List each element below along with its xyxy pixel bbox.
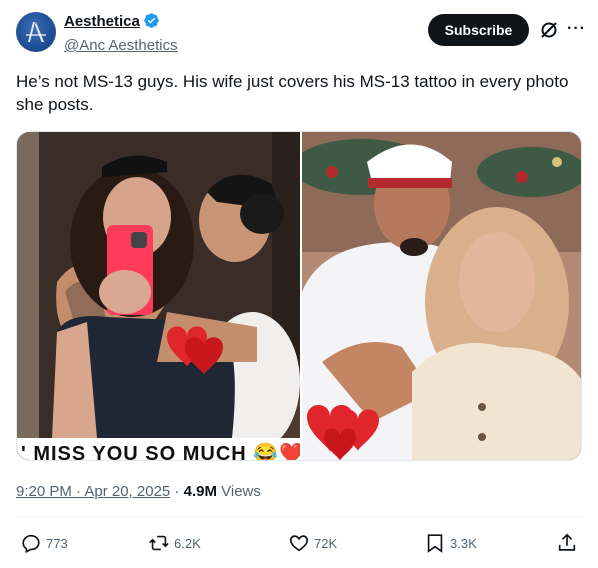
tweet-meta: 9:20 PM · Apr 20, 2025 · 4.9M Views	[16, 482, 261, 502]
divider	[16, 516, 582, 517]
heart-icon	[289, 535, 309, 552]
share-button[interactable]	[556, 528, 582, 558]
like-button[interactable]: 72K	[288, 528, 337, 558]
repost-button[interactable]: 6.2K	[148, 528, 201, 558]
tweet-media[interactable]: ' MISS YOU SO MUCH 😂❤️	[16, 131, 582, 461]
author-display-name[interactable]: Aesthetica	[64, 12, 140, 32]
author-avatar[interactable]	[16, 12, 56, 52]
brand-logo-avatar	[26, 22, 46, 42]
tweet-header: Aesthetica @Anc Aesthetics Subscribe ···	[16, 12, 585, 56]
bookmark-icon	[427, 534, 443, 553]
repost-count: 6.2K	[174, 535, 201, 551]
meta-separator: ·	[170, 483, 184, 500]
subscribe-button[interactable]: Subscribe	[428, 14, 529, 46]
like-count: 72K	[314, 535, 338, 551]
verified-badge-icon	[143, 12, 160, 34]
views-label: Views	[216, 483, 261, 500]
media-photo-right[interactable]	[302, 132, 581, 460]
reply-count: 773	[46, 535, 68, 551]
media-photo-left[interactable]: ' MISS YOU SO MUCH 😂❤️	[17, 132, 300, 461]
bookmark-count: 3.3K	[450, 535, 477, 551]
couple-portrait-image	[302, 132, 581, 460]
grok-icon[interactable]	[539, 20, 559, 40]
media-caption: ' MISS YOU SO MUCH 😂❤️	[21, 443, 300, 461]
repost-icon	[149, 535, 169, 551]
tweet-text: He’s not MS-13 guys. His wife just cover…	[16, 72, 569, 114]
views-count: 4.9M	[183, 483, 217, 500]
tweet-actions: 773 6.2K 72K 3.3K	[16, 528, 582, 558]
more-horizontal-icon[interactable]: ···	[567, 20, 585, 40]
couple-mirror-selfie-image	[17, 132, 300, 460]
author-handle[interactable]: @Anc Aesthetics	[64, 36, 178, 56]
share-icon	[558, 533, 576, 551]
reply-button[interactable]: 773	[20, 528, 68, 558]
tweet-timestamp[interactable]: 9:20 PM · Apr 20, 2025	[16, 483, 170, 500]
reply-icon	[22, 534, 40, 554]
bookmark-button[interactable]: 3.3K	[424, 528, 477, 558]
author-name-block: Aesthetica @Anc Aesthetics	[64, 12, 178, 56]
